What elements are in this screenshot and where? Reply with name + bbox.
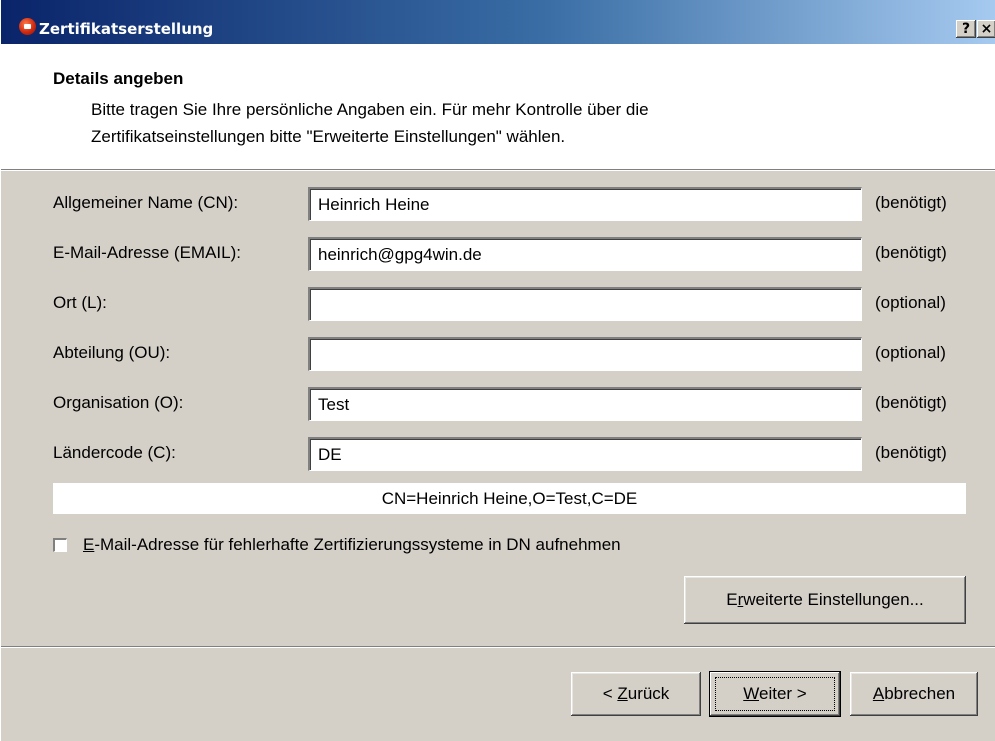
country-input[interactable] <box>308 437 862 471</box>
help-button[interactable]: ? <box>956 20 976 38</box>
ou-hint: (optional) <box>875 343 946 362</box>
cancel-button[interactable]: Abbrechen <box>850 672 978 716</box>
ou-label: Abteilung (OU): <box>53 343 171 362</box>
next-button[interactable]: Weiter > <box>710 672 840 716</box>
email-in-dn-accel: E <box>83 535 95 554</box>
advanced-settings-button[interactable]: Erweiterte Einstellungen... <box>684 576 966 624</box>
form-row-cn: Allgemeiner Name (CN): (benötigt) <box>1 187 995 221</box>
form-row-org: Organisation (O): (benötigt) <box>1 387 995 421</box>
cancel-post: bbrechen <box>884 684 956 703</box>
advanced-settings-post: weiterte Einstellungen... <box>743 590 924 609</box>
header-divider <box>1 170 995 171</box>
locality-input[interactable] <box>308 287 862 321</box>
email-hint: (benötigt) <box>875 243 947 262</box>
country-label: Ländercode (C): <box>53 443 176 462</box>
cn-label: Allgemeiner Name (CN): <box>53 193 239 212</box>
email-label: E-Mail-Adresse (EMAIL): <box>53 243 241 262</box>
close-button[interactable]: × <box>977 20 995 38</box>
locality-label: Ort (L): <box>53 293 107 312</box>
ou-input[interactable] <box>308 337 862 371</box>
app-key-icon <box>19 18 36 35</box>
dn-preview: CN=Heinrich Heine,O=Test,C=DE <box>53 483 966 514</box>
email-in-dn-text: -Mail-Adresse für fehlerhafte Zertifizie… <box>94 535 621 554</box>
form-row-country: Ländercode (C): (benötigt) <box>1 437 995 471</box>
window-title: Zertifikatserstellung <box>39 20 214 38</box>
email-in-dn-label[interactable]: E-Mail-Adresse für fehlerhafte Zertifizi… <box>83 535 621 555</box>
form-row-email: E-Mail-Adresse (EMAIL): (benötigt) <box>1 237 995 271</box>
org-label: Organisation (O): <box>53 393 184 412</box>
advanced-settings-pre: E <box>726 590 738 609</box>
footer-divider-light <box>1 647 995 648</box>
cn-hint: (benötigt) <box>875 193 947 212</box>
page-subtitle-line2: Zertifikatseinstellungen bitte "Erweiter… <box>91 127 566 146</box>
page-title: Details angeben <box>53 69 184 88</box>
locality-hint: (optional) <box>875 293 946 312</box>
page-subtitle: Bitte tragen Sie Ihre persönliche Angabe… <box>91 96 971 150</box>
form-row-ou: Abteilung (OU): (optional) <box>1 337 995 371</box>
page-subtitle-line1: Bitte tragen Sie Ihre persönliche Angabe… <box>91 100 649 119</box>
country-hint: (benötigt) <box>875 443 947 462</box>
title-bar[interactable]: Zertifikatserstellung ? × <box>1 0 995 44</box>
email-input[interactable] <box>308 237 862 271</box>
org-hint: (benötigt) <box>875 393 947 412</box>
email-in-dn-checkbox[interactable] <box>53 538 67 552</box>
email-in-dn-option[interactable]: E-Mail-Adresse für fehlerhafte Zertifizi… <box>53 535 813 557</box>
cancel-accel: A <box>872 684 885 703</box>
form-row-locality: Ort (L): (optional) <box>1 287 995 321</box>
org-input[interactable] <box>308 387 862 421</box>
cn-input[interactable] <box>308 187 862 221</box>
dialog-window: Zertifikatserstellung ? × Details angebe… <box>0 0 995 741</box>
back-post: urück <box>627 684 670 703</box>
wizard-header: Details angeben Bitte tragen Sie Ihre pe… <box>1 44 995 170</box>
focus-ring <box>715 677 835 711</box>
back-accel: Z <box>617 684 628 703</box>
back-button[interactable]: < Zurück <box>571 672 701 716</box>
back-pre: < <box>602 684 618 703</box>
